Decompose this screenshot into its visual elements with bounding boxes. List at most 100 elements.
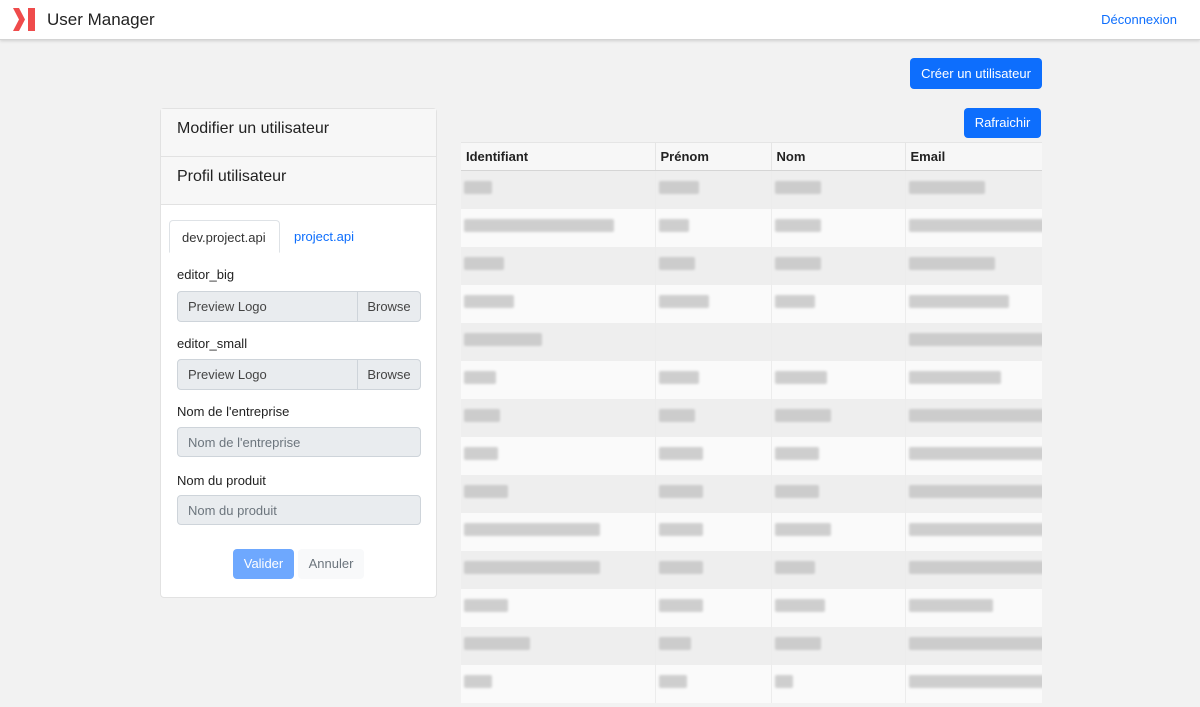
table-cell (461, 474, 655, 513)
users-table-container: Identifiant Prénom Nom Email (461, 142, 1042, 707)
table-row[interactable] (461, 284, 1042, 323)
editor-small-browse-button[interactable]: Browse (357, 360, 420, 389)
redacted-value (464, 636, 530, 650)
redacted-value (658, 294, 709, 308)
table-cell (461, 284, 655, 323)
validate-button[interactable]: Valider (233, 549, 294, 579)
table-cell (654, 208, 771, 247)
logout-link[interactable]: Déconnexion (1101, 12, 1177, 27)
redacted-value (464, 218, 614, 232)
table-cell (770, 322, 905, 361)
redacted-value (464, 560, 600, 574)
table-row[interactable] (461, 550, 1042, 589)
table-cell (904, 436, 1042, 475)
editor-small-label: editor_small (177, 336, 248, 351)
redacted-value (774, 522, 831, 536)
table-row[interactable] (461, 246, 1042, 285)
table-cell (654, 588, 771, 627)
table-header-row: Identifiant Prénom Nom Email (461, 142, 1042, 171)
table-row[interactable] (461, 360, 1042, 399)
column-header-prenom[interactable]: Prénom (654, 142, 771, 171)
column-header-identifiant[interactable]: Identifiant (461, 142, 655, 171)
table-cell (770, 436, 905, 475)
tab-dev-project-api[interactable]: dev.project.api (169, 220, 280, 253)
card-title: Modifier un utilisateur (161, 109, 436, 157)
table-cell (654, 398, 771, 437)
table-row[interactable] (461, 474, 1042, 513)
table-row[interactable] (461, 626, 1042, 665)
table-cell (904, 246, 1042, 285)
users-table-body (461, 170, 1042, 703)
table-cell (654, 284, 771, 323)
table-cell (461, 664, 655, 703)
table-cell (904, 322, 1042, 361)
editor-small-value: Preview Logo (188, 367, 267, 382)
table-cell (654, 474, 771, 513)
redacted-value (774, 294, 815, 308)
top-navbar: User Manager Déconnexion (0, 0, 1200, 40)
column-header-email[interactable]: Email (904, 142, 1042, 171)
redacted-value (774, 598, 825, 612)
table-cell (770, 626, 905, 665)
table-cell (461, 626, 655, 665)
table-row[interactable] (461, 170, 1042, 209)
editor-big-file-input[interactable]: Preview Logo Browse (177, 291, 421, 322)
table-cell (654, 246, 771, 285)
table-cell (770, 360, 905, 399)
redacted-value (658, 218, 689, 232)
table-row[interactable] (461, 398, 1042, 437)
table-cell (904, 664, 1042, 703)
app-title: User Manager (47, 10, 155, 29)
create-user-button[interactable]: Créer un utilisateur (910, 58, 1042, 89)
redacted-value (908, 370, 1001, 384)
column-header-nom[interactable]: Nom (770, 142, 905, 171)
table-cell (904, 360, 1042, 399)
redacted-value (464, 370, 496, 384)
company-name-input[interactable] (177, 427, 421, 457)
redacted-value (908, 256, 995, 270)
table-row[interactable] (461, 588, 1042, 627)
redacted-value (774, 674, 793, 688)
redacted-value (658, 370, 699, 384)
redacted-value (774, 560, 815, 574)
product-name-input[interactable] (177, 495, 421, 525)
app-logo-icon (13, 8, 35, 31)
table-cell (770, 284, 905, 323)
redacted-value (464, 598, 508, 612)
table-cell (904, 512, 1042, 551)
table-cell (654, 360, 771, 399)
table-cell (904, 588, 1042, 627)
table-cell (770, 246, 905, 285)
table-cell (654, 626, 771, 665)
redacted-value (908, 180, 985, 194)
table-row[interactable] (461, 664, 1042, 703)
redacted-value (774, 370, 827, 384)
table-cell (461, 360, 655, 399)
tab-project-api[interactable]: project.api (282, 220, 366, 253)
redacted-value (774, 636, 821, 650)
users-table: Identifiant Prénom Nom Email (461, 142, 1042, 703)
redacted-value (658, 256, 695, 270)
table-cell (461, 588, 655, 627)
table-row[interactable] (461, 322, 1042, 361)
redacted-value (658, 674, 687, 688)
refresh-button[interactable]: Rafraichir (964, 108, 1041, 138)
editor-big-label: editor_big (177, 267, 235, 282)
table-cell (770, 474, 905, 513)
editor-small-file-input[interactable]: Preview Logo Browse (177, 359, 421, 390)
redacted-value (908, 294, 1009, 308)
table-row[interactable] (461, 512, 1042, 551)
table-cell (654, 436, 771, 475)
editor-big-browse-button[interactable]: Browse (357, 292, 420, 321)
table-cell (461, 398, 655, 437)
product-name-label: Nom du produit (177, 473, 266, 488)
redacted-value (908, 522, 1042, 536)
table-cell (654, 550, 771, 589)
redacted-value (464, 674, 492, 688)
cancel-button[interactable]: Annuler (298, 549, 364, 579)
table-row[interactable] (461, 436, 1042, 475)
redacted-value (908, 446, 1042, 460)
table-cell (770, 170, 905, 209)
table-row[interactable] (461, 208, 1042, 247)
redacted-value (658, 484, 703, 498)
